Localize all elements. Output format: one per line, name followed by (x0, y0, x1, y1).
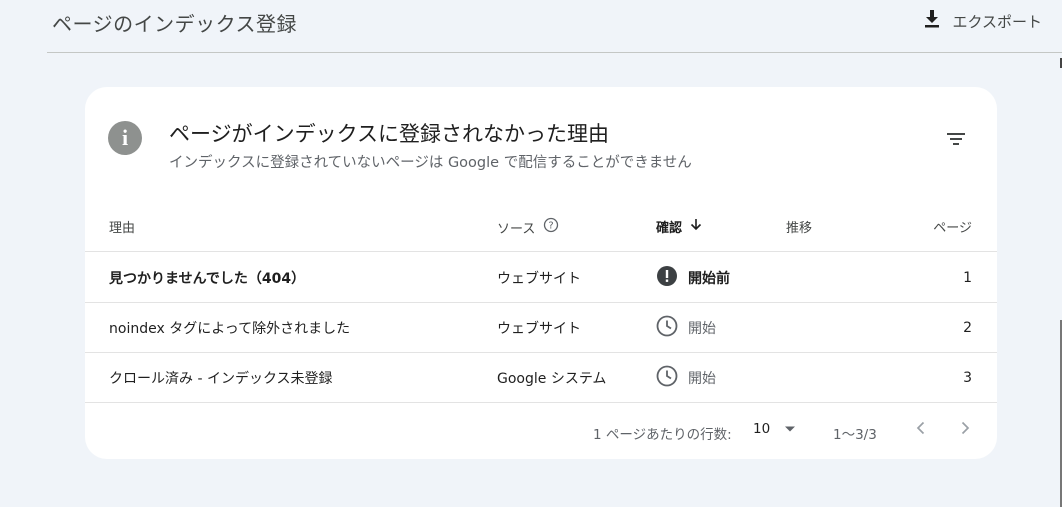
page-range: 1～3/3 (833, 427, 877, 443)
info-icon: i (108, 121, 142, 155)
svg-text:?: ? (549, 221, 554, 232)
column-header-validation-label: 確認 (656, 221, 683, 236)
table-row[interactable]: クロール済み - インデックス未登録 Google システム 開始 3 (85, 353, 997, 403)
column-header-validation[interactable]: 確認 (656, 217, 702, 236)
filter-icon (947, 131, 967, 150)
help-icon[interactable]: ? (543, 217, 559, 237)
pagination: 1 ページあたりの行数: 10 1～3/3 (85, 404, 997, 459)
export-label: エクスポート (952, 12, 1042, 31)
row-source: ウェブサイト (497, 321, 581, 337)
column-header-source[interactable]: ソース ? (497, 217, 559, 237)
table-row[interactable]: noindex タグによって除外されました ウェブサイト 開始 2 (85, 303, 997, 353)
row-reason: クロール済み - インデックス未登録 (109, 371, 333, 387)
page-header: ページのインデックス登録 エクスポート (47, 0, 1062, 53)
rows-per-page-label: 1 ページあたりの行数: (593, 427, 732, 443)
chevron-left-icon (916, 421, 926, 439)
clock-icon (656, 365, 678, 391)
row-source: Google システム (497, 371, 607, 387)
previous-page-button[interactable] (909, 418, 933, 442)
page-title: ページのインデックス登録 (52, 12, 297, 36)
row-pages: 1 (963, 270, 972, 286)
row-status: 開始 (656, 353, 716, 403)
filter-button[interactable] (947, 131, 973, 151)
row-reason: noindex タグによって除外されました (109, 321, 351, 337)
column-header-source-label: ソース (497, 221, 536, 237)
status-label: 開始 (688, 371, 716, 387)
rows-per-page-value: 10 (753, 421, 771, 437)
row-status: 開始前 (656, 253, 730, 303)
row-pages: 2 (963, 320, 972, 336)
next-page-button[interactable] (953, 418, 977, 442)
status-label: 開始前 (688, 271, 730, 287)
row-status: 開始 (656, 303, 716, 353)
error-icon (656, 265, 678, 291)
chevron-right-icon (960, 421, 970, 439)
row-source: ウェブサイト (497, 271, 581, 287)
column-header-trend[interactable]: 推移 (786, 217, 812, 236)
clock-icon (656, 315, 678, 341)
card-title: ページがインデックスに登録されなかった理由 (169, 122, 609, 146)
not-indexed-reasons-card: i ページがインデックスに登録されなかった理由 インデックスに登録されていないペ… (85, 87, 997, 459)
table-header: 理由 ソース ? 確認 推移 ページ (85, 202, 997, 252)
column-header-reason[interactable]: 理由 (109, 217, 135, 236)
status-label: 開始 (688, 321, 716, 337)
arrow-down-icon (690, 218, 702, 235)
row-pages: 3 (963, 370, 972, 386)
download-icon (924, 10, 940, 32)
column-header-pages[interactable]: ページ (933, 217, 972, 236)
card-subtitle: インデックスに登録されていないページは Google で配信することができません (169, 155, 692, 171)
table-row[interactable]: 見つかりませんでした（404） ウェブサイト 開始前 1 (85, 253, 997, 303)
row-reason: 見つかりませんでした（404） (109, 271, 306, 287)
caret-down-icon (784, 421, 796, 437)
export-button[interactable]: エクスポート (924, 10, 1042, 32)
rows-per-page-select[interactable]: 10 (753, 421, 796, 437)
